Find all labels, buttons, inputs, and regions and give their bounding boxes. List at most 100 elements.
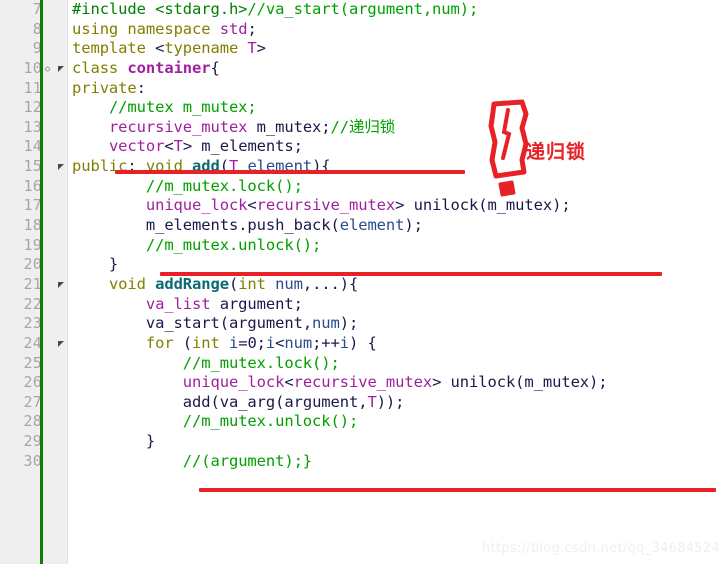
code-token: ); <box>552 196 571 215</box>
code-token: int <box>192 333 220 352</box>
code-token: T <box>247 39 257 58</box>
code-line[interactable]: using namespace std; <box>72 20 726 40</box>
code-line[interactable]: m_elements.push_back(element); <box>72 216 726 236</box>
code-token: for <box>145 333 174 352</box>
code-editor: 7 8 9 10 11 12 13 14 15 16 17 18 19 20 21 22 23 24 25 26 27 2… <box>0 0 726 564</box>
code-token: template <box>72 39 146 58</box>
code-token: ); <box>339 314 359 333</box>
code-token: < <box>275 333 285 352</box>
code-token: //(argument);} <box>182 451 313 470</box>
code-line[interactable]: //m_mutex.unlock(); <box>72 236 726 256</box>
code-token: vector <box>108 137 165 156</box>
code-token: m_mutex <box>256 117 322 136</box>
code-line[interactable]: #include <stdarg.h>//va_start(argument,n… <box>72 0 726 20</box>
code-line[interactable]: va_list argument; <box>72 295 726 315</box>
code-line[interactable]: template <typename T> <box>72 39 726 59</box>
code-token: : <box>127 157 146 176</box>
code-line[interactable]: void addRange(int num,...){ <box>72 275 726 295</box>
code-token: std <box>219 19 248 38</box>
code-token: int <box>238 274 266 293</box>
breakpoint-marker-icon[interactable] <box>45 66 50 72</box>
code-text-area[interactable]: #include <stdarg.h>//va_start(argument,n… <box>68 0 726 564</box>
code-token: ( <box>330 216 340 235</box>
code-line[interactable]: va_start(argument,num); <box>72 314 726 334</box>
code-line[interactable]: class container{ <box>72 59 726 79</box>
code-token: va_arg <box>219 392 276 411</box>
vcs-change-bar <box>40 0 43 564</box>
code-line[interactable]: //m_mutex.lock(); <box>72 354 726 374</box>
code-token: i <box>228 333 239 352</box>
code-line[interactable]: private: <box>72 79 726 99</box>
code-line[interactable]: //mutex m_mutex; <box>72 98 726 118</box>
code-token: num <box>312 314 340 333</box>
code-token: va_start <box>145 314 220 333</box>
code-line[interactable]: recursive_mutex m_mutex;//递归锁 <box>72 118 726 138</box>
code-token: unique_lock <box>145 196 248 215</box>
code-token: > <box>432 373 451 392</box>
gutter-row: 24 <box>0 334 68 354</box>
code-fold-triangle-icon[interactable] <box>58 65 64 72</box>
code-token: ){ <box>312 157 331 176</box>
code-token: ) { <box>349 333 377 352</box>
code-line[interactable]: vector<T> m_elements; <box>72 137 726 157</box>
code-token: <stdarg.h> <box>155 0 248 18</box>
gutter-row: 30 <box>0 452 68 472</box>
code-line[interactable]: unique_lock<recursive_mutex> unilock(m_m… <box>72 373 726 393</box>
code-token: > <box>395 196 414 215</box>
code-line[interactable]: //(argument);} <box>72 452 726 472</box>
code-token: ( <box>219 157 229 176</box>
code-fold-triangle-icon[interactable] <box>58 281 64 288</box>
gutter-row: 26 <box>0 373 68 393</box>
gutter-row: 11 <box>0 79 68 99</box>
code-token: ); <box>404 216 423 235</box>
code-token: add <box>182 392 211 411</box>
code-token: > <box>182 137 202 156</box>
gutter-row: 17 <box>0 196 68 216</box>
code-token: //va_start(argument,num); <box>247 0 479 18</box>
code-line[interactable]: //m_mutex.lock(); <box>72 177 726 197</box>
line-number-gutter: 7 8 9 10 11 12 13 14 15 16 17 18 19 20 21 22 23 24 25 26 27 2… <box>0 0 68 564</box>
gutter-row: 13 <box>0 118 68 138</box>
gutter-row: 22 <box>0 295 68 315</box>
gutter-row: 9 <box>0 39 68 59</box>
code-line[interactable]: //m_mutex.unlock(); <box>72 412 726 432</box>
code-token: public <box>72 157 128 176</box>
gutter-row: 21 <box>0 275 68 295</box>
code-token: ( <box>275 392 285 411</box>
code-line[interactable]: } <box>72 255 726 275</box>
code-token: i <box>265 333 276 352</box>
code-line[interactable]: add(va_arg(argument,T)); <box>72 393 726 413</box>
code-line[interactable]: public: void add(T element){ <box>72 157 726 177</box>
code-token: element <box>339 216 405 235</box>
code-fold-triangle-icon[interactable] <box>58 163 64 170</box>
code-token: T <box>228 157 239 176</box>
code-token: m_elements <box>145 216 239 235</box>
code-token: void <box>108 274 146 293</box>
code-line[interactable]: } <box>72 432 726 452</box>
code-token: //m_mutex.lock(); <box>182 353 340 372</box>
code-token: ; <box>293 137 303 156</box>
gutter-row: 16 <box>0 177 68 197</box>
code-line[interactable]: for (int i=0;i<num;++i) { <box>72 334 726 354</box>
code-token: recursive_mutex <box>293 373 433 392</box>
code-token: //递归锁 <box>330 117 396 136</box>
code-line[interactable]: unique_lock<recursive_mutex> unilock(m_m… <box>72 196 726 216</box>
gutter-row: 10 <box>0 59 68 79</box>
csdn-watermark: https://blog.csdn.net/qq_34684524 <box>481 541 720 556</box>
code-token: ( <box>173 333 193 352</box>
code-fold-triangle-icon[interactable] <box>58 340 64 347</box>
